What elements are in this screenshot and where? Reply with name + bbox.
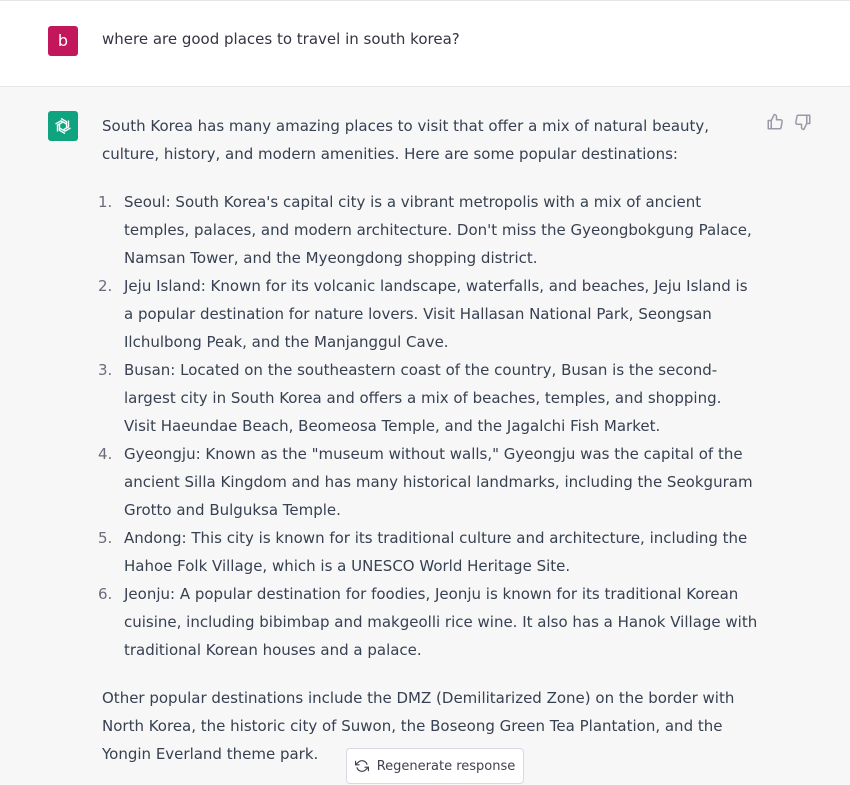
list-item: 6. Jeonju: A popular destination for food…: [98, 580, 758, 664]
list-item-text: Jeonju: A popular destination for foodie…: [124, 585, 758, 659]
list-item-number: 4.: [98, 445, 113, 463]
list-item-number: 2.: [98, 277, 113, 295]
list-item-number: 3.: [98, 361, 113, 379]
assistant-avatar: [48, 111, 78, 141]
chat-page: b where are good places to travel in sou…: [0, 0, 850, 785]
list-item-text: Jeju Island: Known for its volcanic land…: [124, 277, 748, 351]
assistant-message-row: South Korea has many amazing places to v…: [0, 87, 850, 785]
list-item-text: Seoul: South Korea's capital city is a v…: [124, 193, 752, 267]
list-item-number: 6.: [98, 585, 113, 603]
openai-logo-icon: [55, 117, 71, 135]
regenerate-label: Regenerate response: [376, 758, 516, 774]
list-item-text: Andong: This city is known for its tradi…: [124, 529, 748, 575]
regenerate-response-button[interactable]: Regenerate response: [346, 748, 524, 784]
list-item-text: Gyeongju: Known as the "museum without w…: [124, 445, 753, 519]
list-item: 4. Gyeongju: Known as the "museum without…: [98, 440, 758, 524]
destination-list: 1. Seoul: South Korea's capital city is a…: [98, 188, 758, 664]
refresh-icon: [354, 760, 369, 772]
intro-paragraph: South Korea has many amazing places to v…: [102, 117, 710, 163]
assistant-message-text: South Korea has many amazing places to v…: [98, 112, 758, 768]
thumbs-down-icon[interactable]: [794, 113, 812, 131]
list-item-number: 5.: [98, 529, 113, 547]
list-item: 5. Andong: This city is known for its tra…: [98, 524, 758, 580]
list-item: 1. Seoul: South Korea's capital city is a…: [98, 188, 758, 272]
list-item-text: Busan: Located on the southeastern coast…: [124, 361, 722, 435]
list-item: 3. Busan: Located on the southeastern coa…: [98, 356, 758, 440]
user-message-row: b where are good places to travel in sou…: [0, 1, 850, 87]
list-item-number: 1.: [98, 193, 113, 211]
list-item: 2. Jeju Island: Known for its volcanic la…: [98, 272, 758, 356]
user-message-text: where are good places to travel in south…: [102, 30, 460, 48]
user-avatar: b: [48, 26, 78, 56]
thumbs-up-icon[interactable]: [766, 113, 784, 131]
